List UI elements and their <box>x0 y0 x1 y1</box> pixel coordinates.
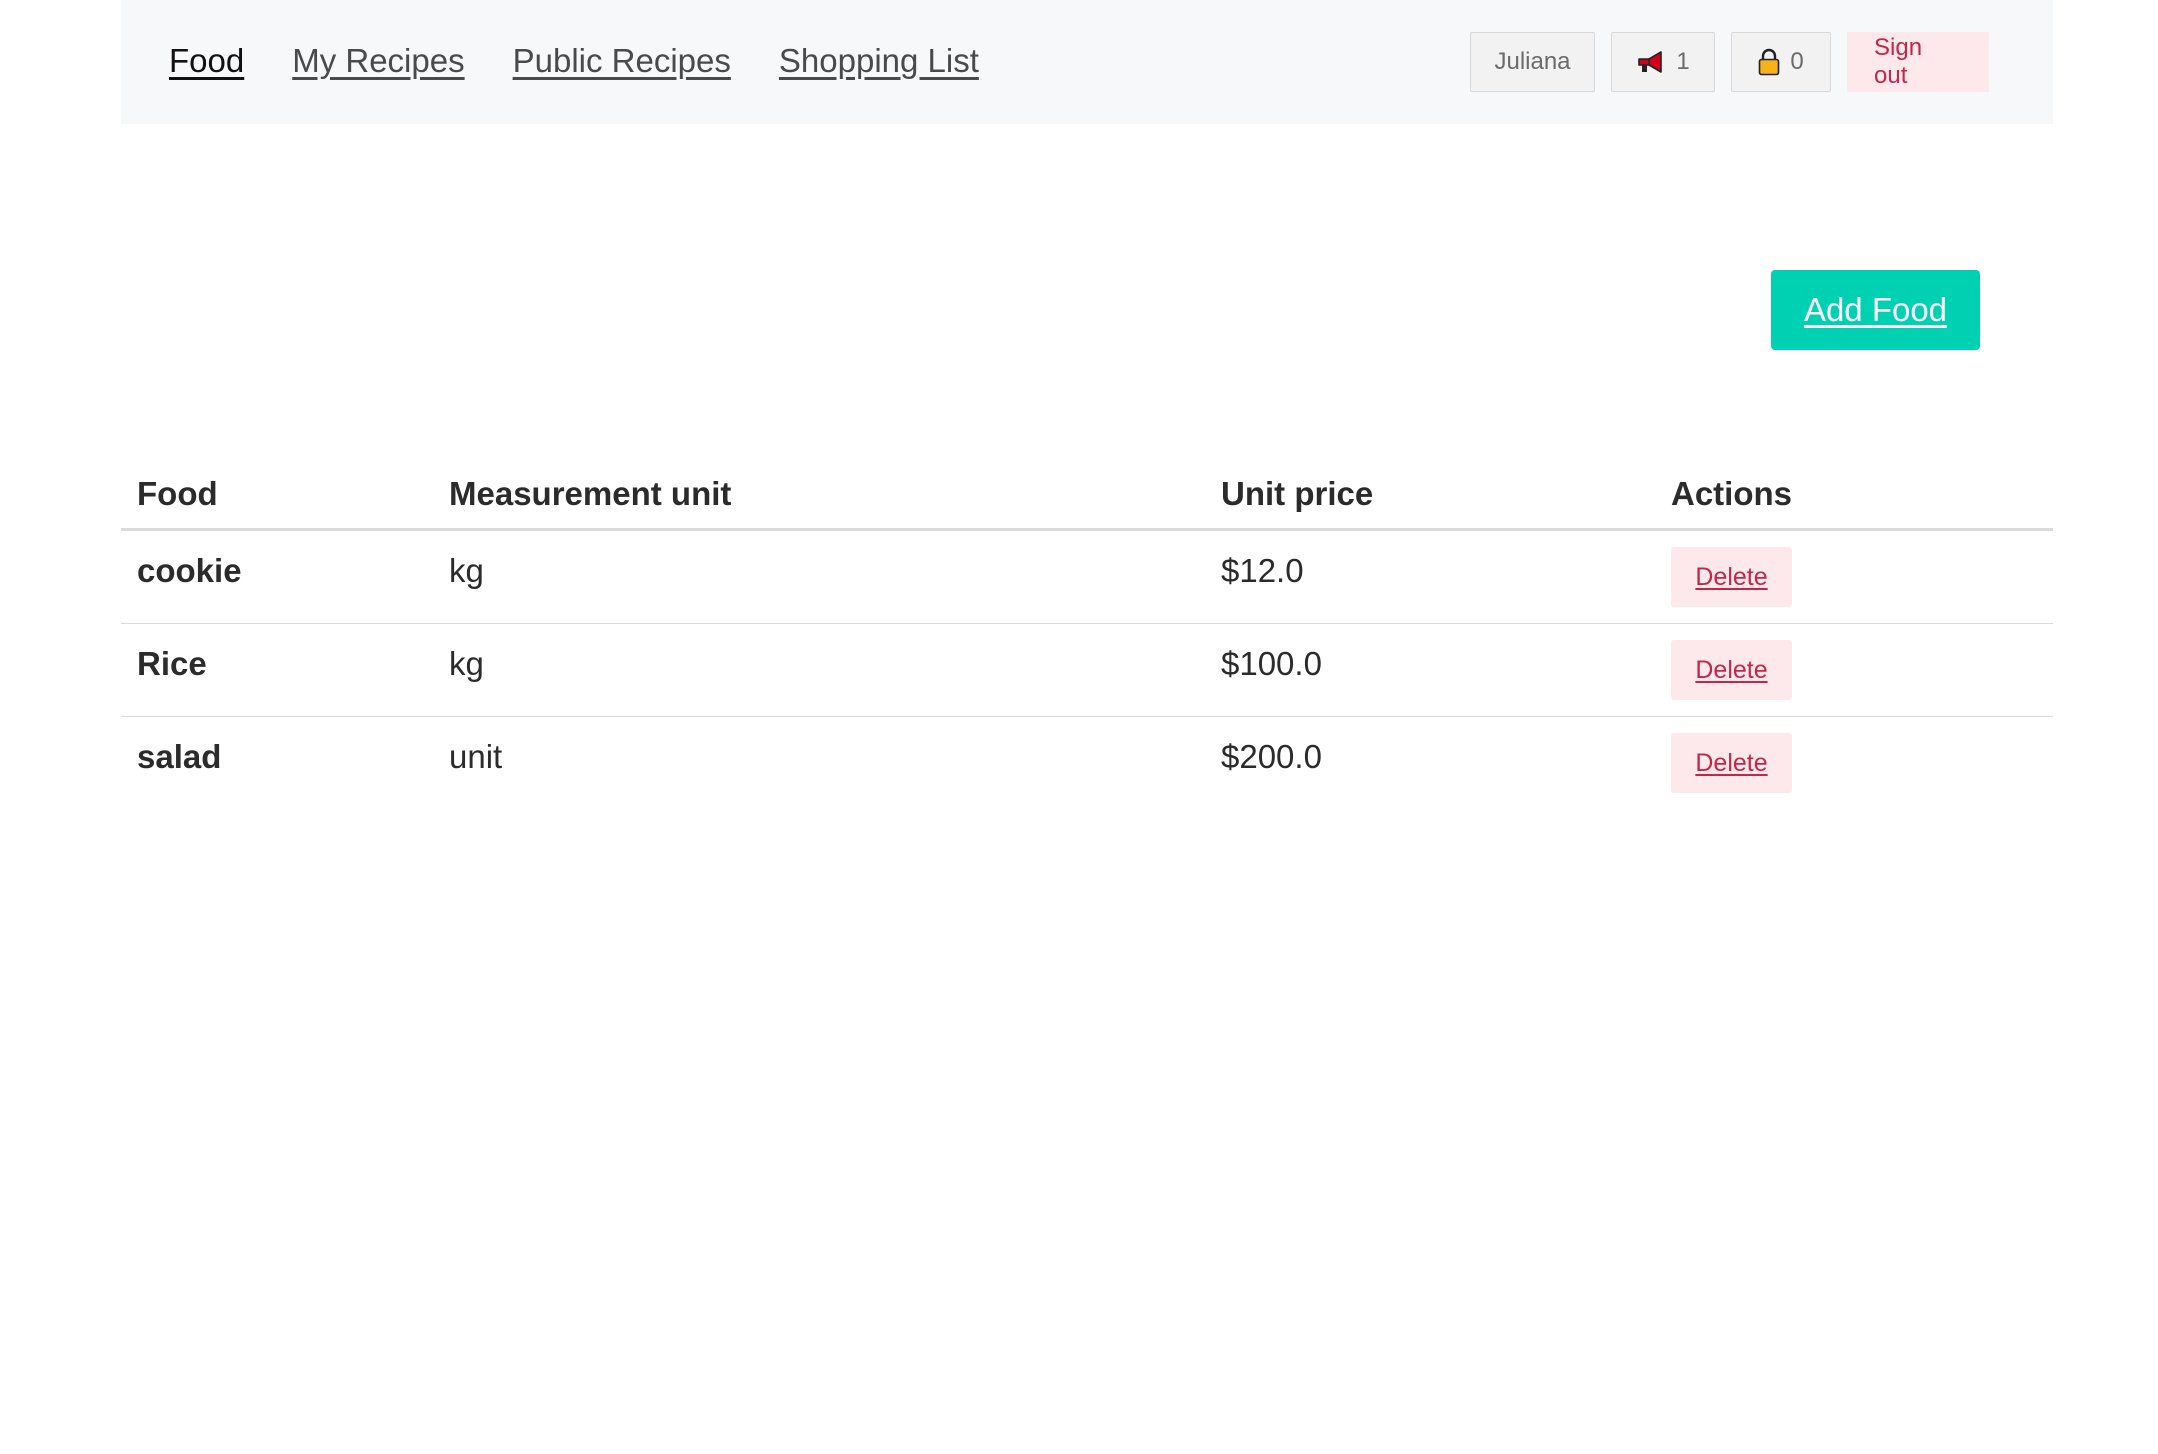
food-name: Rice <box>137 645 207 682</box>
delete-button[interactable]: Delete <box>1671 733 1792 793</box>
table-row: salad unit $200.0 Delete <box>121 717 2053 809</box>
unit-price: $100.0 <box>1221 645 1322 682</box>
measurement-unit: kg <box>449 645 484 682</box>
lock-icon <box>1758 48 1780 76</box>
nav-links: Food My Recipes Public Recipes Shopping … <box>169 42 979 80</box>
unit-price: $200.0 <box>1221 738 1322 775</box>
header-measurement-unit: Measurement unit <box>449 475 732 512</box>
header-unit-price: Unit price <box>1221 475 1374 512</box>
sign-out-label: Sign out <box>1874 34 1923 89</box>
user-button[interactable]: Juliana <box>1470 32 1595 92</box>
megaphone-icon <box>1636 50 1666 74</box>
page: Food My Recipes Public Recipes Shopping … <box>0 0 2158 1454</box>
nav-link-my-recipes[interactable]: My Recipes <box>292 42 464 80</box>
sign-out-button[interactable]: Sign out <box>1847 32 1989 92</box>
nav-link-food[interactable]: Food <box>169 42 244 80</box>
notifications-button[interactable]: 1 <box>1611 32 1715 92</box>
table-header: Food Measurement unit Unit price Actions <box>121 460 2053 531</box>
food-name: salad <box>137 738 222 775</box>
measurement-unit: kg <box>449 552 484 589</box>
nav-link-public-recipes[interactable]: Public Recipes <box>513 42 731 80</box>
nav-right: Juliana 1 0 Sign out <box>1470 32 1989 92</box>
header-actions: Actions <box>1671 475 1793 512</box>
delete-button[interactable]: Delete <box>1671 547 1792 607</box>
nav-link-shopping-list[interactable]: Shopping List <box>779 42 979 80</box>
delete-button[interactable]: Delete <box>1671 640 1792 700</box>
notifications-count: 1 <box>1676 48 1690 75</box>
add-food-button[interactable]: Add Food <box>1771 270 1980 350</box>
navbar: Food My Recipes Public Recipes Shopping … <box>121 0 2053 124</box>
unit-price: $12.0 <box>1221 552 1304 589</box>
food-name: cookie <box>137 552 242 589</box>
header-food: Food <box>137 475 218 512</box>
food-table: Food Measurement unit Unit price Actions… <box>121 460 2053 809</box>
user-name: Juliana <box>1494 48 1571 75</box>
measurement-unit: unit <box>449 738 503 775</box>
lock-button[interactable]: 0 <box>1731 32 1831 92</box>
lock-count: 0 <box>1790 48 1804 75</box>
table-row: cookie kg $12.0 Delete <box>121 531 2053 624</box>
table-row: Rice kg $100.0 Delete <box>121 624 2053 717</box>
